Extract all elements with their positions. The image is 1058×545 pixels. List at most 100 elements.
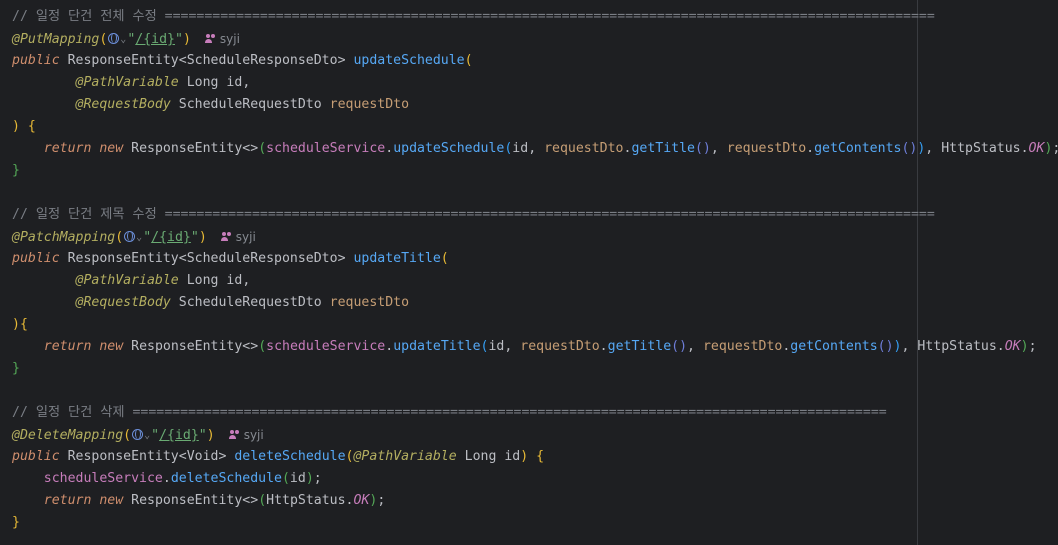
author-name: syji (219, 32, 240, 46)
url-path[interactable]: /{id} (135, 32, 175, 47)
type-name: ScheduleResponseDto (186, 53, 338, 68)
url-path[interactable]: /{id} (151, 230, 191, 245)
chevron-down-icon[interactable]: ⌄ (136, 232, 142, 243)
code-line-8: } (12, 163, 20, 178)
keyword: new (99, 141, 124, 156)
comment-separator: ========================================… (132, 405, 887, 420)
method-call: getContents (814, 141, 902, 156)
code-line-23: return new ResponseEntity<>(HttpStatus.O… (43, 493, 386, 508)
constant: OK (353, 493, 370, 508)
code-line-5: @RequestBody ScheduleRequestDto requestD… (12, 94, 410, 116)
keyword: public (12, 251, 60, 266)
chevron-down-icon[interactable]: ⌄ (120, 34, 126, 45)
type-name: ResponseEntity (131, 493, 243, 508)
type-name: ResponseEntity (67, 449, 179, 464)
keyword: public (12, 449, 60, 464)
method-name: deleteSchedule (234, 449, 346, 464)
type-name: HttpStatus (917, 339, 997, 354)
annotation: @PathVariable (353, 449, 457, 464)
param: requestDto (329, 295, 410, 310)
patch-mapping-annotation: @PatchMapping (12, 230, 116, 245)
code-author-hint[interactable]: syji (220, 226, 256, 248)
author-name: syji (243, 428, 264, 442)
code-line-15: ){ (12, 317, 28, 332)
globe-icon[interactable] (132, 429, 144, 440)
type-name: ScheduleRequestDto (178, 97, 322, 112)
param: id (488, 339, 505, 354)
param: id (289, 471, 306, 486)
param: requestDto (520, 339, 600, 354)
param: id (226, 273, 243, 288)
type-name: ResponseEntity (67, 251, 179, 266)
globe-icon[interactable] (124, 231, 136, 242)
code-line-6: ) { (12, 119, 36, 134)
code-author-hint[interactable]: syji (228, 424, 264, 446)
param: id (504, 449, 521, 464)
code-line-10: // 일정 단건 제목 수정 =========================… (12, 204, 935, 226)
code-author-hint[interactable]: syji (204, 28, 240, 50)
code-editor[interactable]: // 일정 단건 전체 수정 =========================… (0, 0, 1058, 545)
code-line-20: @DeleteMapping(⌄"/{id}") syji (12, 424, 264, 446)
param: requestDto (329, 97, 410, 112)
keyword: new (99, 339, 124, 354)
type-name: ResponseEntity (131, 339, 243, 354)
keyword: public (12, 53, 60, 68)
param: requestDto (702, 339, 783, 354)
user-icon (228, 430, 240, 439)
code-line-13: @PathVariable Long id, (75, 273, 251, 288)
annotation: @PathVariable (75, 75, 179, 90)
code-line-11: @PatchMapping(⌄"/{id}") syji (12, 226, 256, 248)
type-name: ScheduleResponseDto (186, 251, 338, 266)
comment-separator: ========================================… (164, 207, 935, 222)
code-line-14: @RequestBody ScheduleRequestDto requestD… (12, 292, 410, 314)
url-path[interactable]: /{id} (159, 428, 199, 443)
type-name: Long (186, 273, 219, 288)
type-name: ResponseEntity (67, 53, 179, 68)
code-line-1: // 일정 단건 전체 수정 =========================… (12, 6, 935, 28)
globe-icon[interactable] (108, 33, 120, 44)
code-line-7: return new ResponseEntity<>(scheduleServ… (43, 141, 1058, 156)
code-line-21: public ResponseEntity<Void> deleteSchedu… (12, 449, 545, 464)
param: requestDto (544, 141, 624, 156)
code-line-17: } (12, 361, 20, 376)
user-icon (204, 34, 216, 43)
type-name: Long (186, 75, 219, 90)
comment-separator: ========================================… (164, 9, 935, 24)
chevron-down-icon[interactable]: ⌄ (144, 430, 150, 441)
method-call: updateTitle (393, 339, 481, 354)
right-margin-guide (917, 0, 918, 545)
comment-put: // 일정 단건 전체 수정 (12, 9, 165, 24)
delete-mapping-annotation: @DeleteMapping (12, 428, 124, 443)
annotation: @RequestBody (75, 97, 171, 112)
code-line-24: } (12, 515, 20, 530)
type-name: Long (464, 449, 497, 464)
field-ref: scheduleService (266, 339, 386, 354)
code-line-4: @PathVariable Long id, (75, 75, 251, 90)
code-line-3: public ResponseEntity<ScheduleResponseDt… (12, 53, 473, 68)
param: requestDto (726, 141, 807, 156)
type-name: HttpStatus (266, 493, 346, 508)
code-line-19: // 일정 단건 삭제 ============================… (12, 402, 887, 424)
type-name: ScheduleRequestDto (178, 295, 322, 310)
user-icon (220, 232, 232, 241)
code-line-22: scheduleService.deleteSchedule(id); (43, 471, 322, 486)
put-mapping-annotation: @PutMapping (12, 32, 100, 47)
method-name: updateTitle (353, 251, 441, 266)
method-name: updateSchedule (353, 53, 465, 68)
comment-patch: // 일정 단건 제목 수정 (12, 207, 165, 222)
keyword: return (43, 493, 92, 508)
constant: OK (1004, 339, 1021, 354)
type-name: Void (186, 449, 219, 464)
field-ref: scheduleService (266, 141, 386, 156)
keyword: return (43, 141, 92, 156)
code-line-2: @PutMapping(⌄"/{id}") syji (12, 28, 240, 50)
comment-delete: // 일정 단건 삭제 (12, 405, 133, 420)
type-name: ResponseEntity (131, 141, 243, 156)
code-line-16: return new ResponseEntity<>(scheduleServ… (43, 339, 1037, 354)
author-name: syji (235, 230, 256, 244)
field-ref: scheduleService (43, 471, 163, 486)
method-call: deleteSchedule (170, 471, 282, 486)
method-call: updateSchedule (393, 141, 505, 156)
type-name: HttpStatus (941, 141, 1021, 156)
keyword: return (43, 339, 92, 354)
